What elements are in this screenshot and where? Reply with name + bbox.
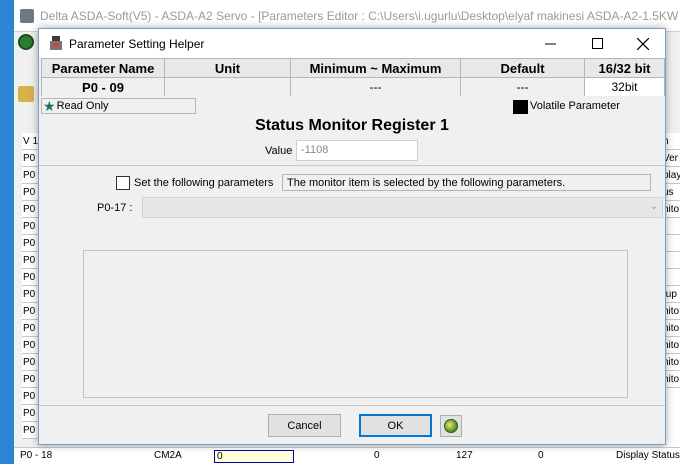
dialog-title: Parameter Setting Helper [69, 37, 205, 51]
details-panel [83, 250, 628, 398]
toolbar-power-icon[interactable] [18, 34, 34, 50]
maximize-button[interactable] [574, 29, 620, 58]
flags-row: ★ Read Only Volatile Parameter [41, 98, 665, 114]
row-max: 127 [456, 450, 473, 461]
divider [39, 165, 665, 166]
set-params-checkbox[interactable] [116, 176, 130, 190]
value-row: P0 - 09 --- --- 32bit [41, 77, 665, 96]
parameter-info-grid: Parameter Name Unit Minimum ~ Maximum De… [41, 58, 665, 96]
header-parameter-name: Parameter Name [41, 58, 164, 77]
minimize-button[interactable] [527, 29, 573, 58]
header-unit: Unit [164, 58, 290, 77]
ok-button[interactable]: OK [359, 414, 432, 437]
dialog-titlebar[interactable]: Parameter Setting Helper [39, 29, 665, 58]
param-select-dropdown[interactable]: ⌄ [142, 197, 663, 218]
app-icon [20, 9, 34, 23]
row-value[interactable]: 0 [214, 450, 294, 463]
param-select-label: P0-17 : [97, 202, 133, 214]
header-default: Default [460, 58, 584, 77]
app-icon [50, 36, 62, 50]
volatile-indicator [513, 100, 528, 114]
close-button[interactable] [620, 29, 666, 58]
divider [39, 405, 665, 406]
unit-value [164, 77, 290, 96]
table-row[interactable]: P0 - 18 CM2A 0 0 127 0 Display Status [14, 447, 680, 464]
help-button[interactable] [440, 415, 462, 437]
row-desc: Display Status [616, 450, 680, 461]
register-title: Status Monitor Register 1 [255, 117, 449, 134]
header-row: Parameter Name Unit Minimum ~ Maximum De… [41, 58, 665, 77]
background-window-title: Delta ASDA-Soft(V5) - ASDA-A2 Servo - [P… [40, 9, 680, 23]
maximize-icon [591, 38, 603, 49]
help-icon [444, 419, 458, 433]
chevron-down-icon: ⌄ [649, 201, 658, 212]
header-bits: 16/32 bit [584, 58, 665, 77]
bits-value: 32bit [584, 77, 665, 96]
read-only-flag: ★ Read Only [41, 98, 196, 114]
value-label: Value [265, 145, 293, 157]
default-value: --- [460, 77, 584, 96]
set-params-label[interactable]: Set the following parameters [134, 177, 273, 189]
read-only-label: Read Only [56, 100, 109, 112]
star-icon: ★ [43, 97, 56, 114]
value-field[interactable]: -1108 [296, 140, 418, 161]
cancel-button[interactable]: Cancel [268, 414, 341, 437]
parameter-name-value: P0 - 09 [41, 77, 164, 96]
row-default: 0 [538, 450, 544, 461]
volatile-label: Volatile Parameter [530, 100, 620, 112]
range-value: --- [290, 77, 460, 96]
row-code: CM2A [154, 450, 182, 461]
monitor-note: The monitor item is selected by the foll… [282, 174, 651, 191]
row-min: 0 [374, 450, 380, 461]
parameter-setting-helper-dialog: Parameter Setting Helper Parameter Name … [38, 28, 666, 445]
minimize-icon [544, 43, 556, 45]
toolbar-open-icon[interactable] [18, 86, 34, 102]
header-range: Minimum ~ Maximum [290, 58, 460, 77]
row-param: P0 - 18 [20, 450, 53, 461]
desktop-strip [0, 0, 14, 464]
close-icon [637, 37, 649, 50]
